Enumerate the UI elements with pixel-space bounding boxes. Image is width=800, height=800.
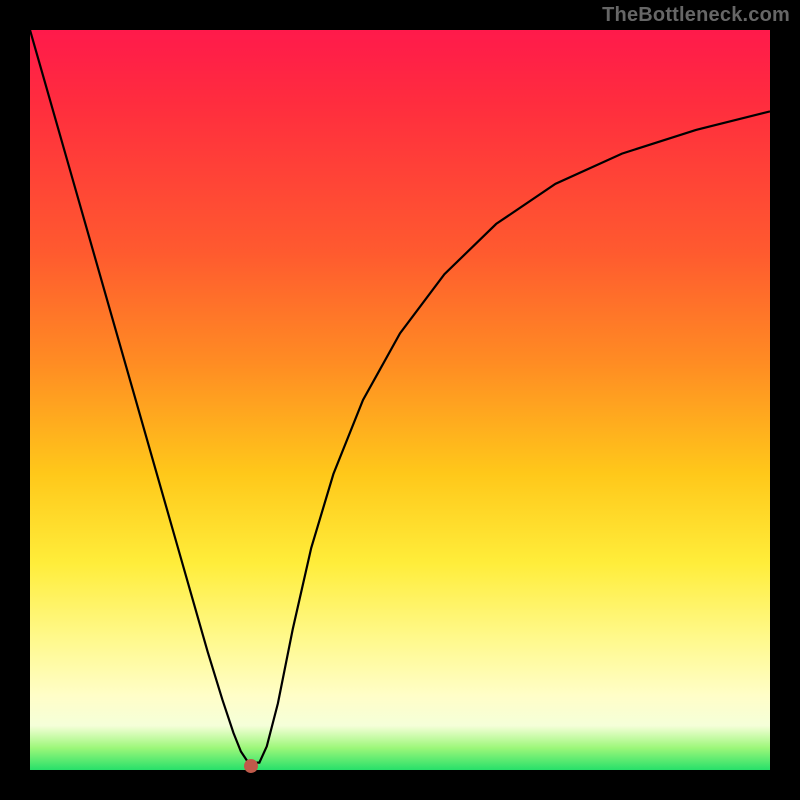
curve-path	[30, 30, 770, 763]
bottleneck-curve	[30, 30, 770, 770]
chart-frame: TheBottleneck.com	[0, 0, 800, 800]
plot-area	[30, 30, 770, 770]
watermark-text: TheBottleneck.com	[602, 4, 790, 27]
optimal-point-marker	[244, 759, 258, 773]
